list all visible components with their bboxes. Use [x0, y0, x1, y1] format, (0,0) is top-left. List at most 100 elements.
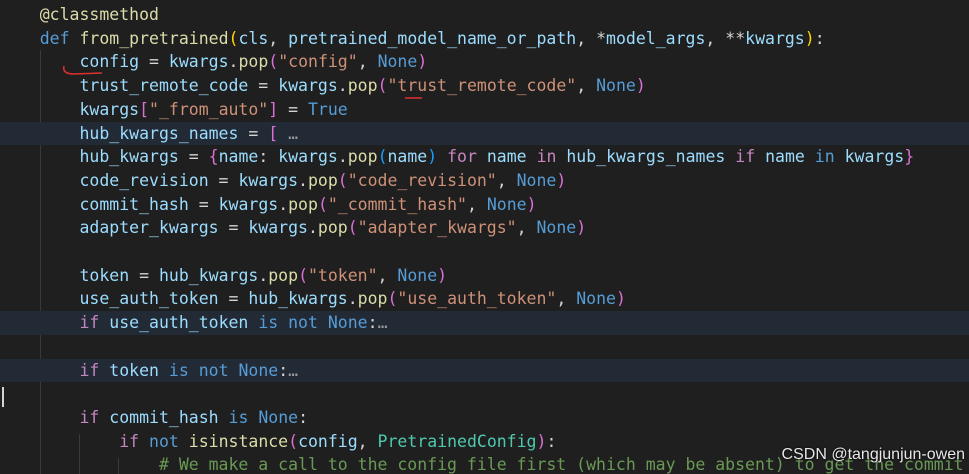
folded-region-ellipsis[interactable]: … — [288, 361, 298, 380]
code-token: None — [327, 313, 368, 333]
code-line[interactable]: code_revision = kwargs.pop("code_revisio… — [0, 169, 969, 193]
code-token: is — [228, 407, 249, 427]
code-line[interactable]: if use_auth_token is not None:… — [0, 311, 969, 335]
folded-region-ellipsis[interactable]: … — [378, 313, 388, 332]
code-token: , — [496, 170, 517, 190]
code-token: trust_remote_code — [79, 76, 249, 96]
code-line[interactable]: @classmethod — [0, 3, 969, 27]
code-token: not — [198, 360, 229, 380]
code-line[interactable]: use_auth_token = hub_kwargs.pop("use_aut… — [0, 287, 969, 311]
code-token: for — [447, 147, 477, 167]
code-token: = — [178, 147, 209, 167]
code-token: @classmethod — [39, 5, 159, 24]
code-token: "config" — [278, 52, 358, 72]
code-line[interactable] — [0, 335, 969, 359]
code-token: None — [576, 289, 616, 309]
watermark: CSDN @tangjunjun-owen — [781, 446, 965, 463]
code-line[interactable]: adapter_kwargs = kwargs.pop("adapter_kwa… — [0, 216, 969, 240]
code-line[interactable]: kwargs["_from_auto"] = True — [0, 98, 969, 122]
code-line[interactable] — [0, 240, 969, 264]
code-token: "trust_remote_code" — [387, 76, 577, 96]
code-token: } — [904, 147, 915, 167]
code-token: : — [814, 28, 825, 48]
code-token: hub_kwargs — [158, 265, 259, 285]
code-token: None — [596, 76, 636, 96]
code-line[interactable] — [0, 382, 969, 406]
code-token: . — [298, 170, 308, 190]
folded-region-ellipsis[interactable]: … — [278, 124, 298, 143]
code-line[interactable]: def from_pretrained(cls, pretrained_mode… — [0, 27, 969, 51]
code-token: model_args — [606, 28, 706, 48]
code-line[interactable]: hub_kwargs_names = [ … — [0, 121, 969, 145]
code-token: , — [357, 431, 378, 451]
code-token: ( — [317, 194, 328, 214]
code-line[interactable]: token = hub_kwargs.pop("token", None) — [0, 264, 969, 288]
code-token: = — [278, 99, 308, 119]
code-token: . — [347, 289, 358, 309]
code-editor[interactable]: @classmethod def from_pretrained(cls, pr… — [0, 0, 969, 474]
code-token: hub_kwargs — [248, 289, 348, 309]
code-token: : — [546, 431, 557, 451]
code-token: kwargs — [79, 99, 140, 119]
code-token: name — [387, 147, 428, 167]
code-token: cls — [238, 28, 269, 48]
code-token: if — [79, 407, 100, 427]
code-line[interactable]: if commit_hash is None: — [0, 406, 969, 430]
code-token: adapter_kwargs — [79, 218, 219, 238]
code-token: ) — [615, 289, 626, 309]
code-token: = — [218, 289, 249, 309]
code-token: if — [735, 147, 756, 167]
code-token: isinstance — [188, 431, 289, 451]
code-token: None — [486, 194, 527, 214]
code-token: "code_revision" — [347, 170, 497, 190]
code-token: , — [516, 218, 537, 238]
code-token: None — [238, 360, 279, 380]
code-token: { — [208, 147, 219, 167]
code-token: kwargs — [168, 52, 229, 72]
code-token: def — [39, 28, 70, 48]
code-line[interactable]: if token is not None:… — [0, 358, 969, 382]
code-token: . — [337, 76, 348, 96]
code-line[interactable]: hub_kwargs = {name: kwargs.pop(name) for… — [0, 145, 969, 169]
code-token: is — [168, 360, 189, 380]
code-token: [ — [268, 123, 279, 143]
code-token: ( — [298, 265, 308, 285]
code-token: use_auth_token — [79, 289, 219, 309]
code-token: if — [79, 313, 100, 333]
code-token: = — [238, 123, 269, 143]
code-token: kwargs — [218, 194, 279, 214]
code-token: code_revision — [79, 170, 209, 190]
code-token: True — [308, 99, 348, 119]
code-token: "_commit_hash" — [327, 194, 467, 214]
code-line[interactable]: trust_remote_code = kwargs.pop("trust_re… — [0, 74, 969, 98]
text-cursor — [2, 387, 4, 407]
code-token: in — [536, 147, 557, 167]
code-line[interactable]: commit_hash = kwargs.pop("_commit_hash",… — [0, 193, 969, 217]
code-line[interactable]: config = kwargs.pop("config", None) — [0, 50, 969, 74]
code-token: not — [288, 313, 318, 333]
code-token: kwargs — [238, 170, 299, 190]
code-token: ( — [268, 52, 279, 72]
code-token: "_from_auto" — [149, 99, 269, 119]
code-token: ] — [268, 99, 279, 119]
code-token: if — [79, 360, 100, 380]
